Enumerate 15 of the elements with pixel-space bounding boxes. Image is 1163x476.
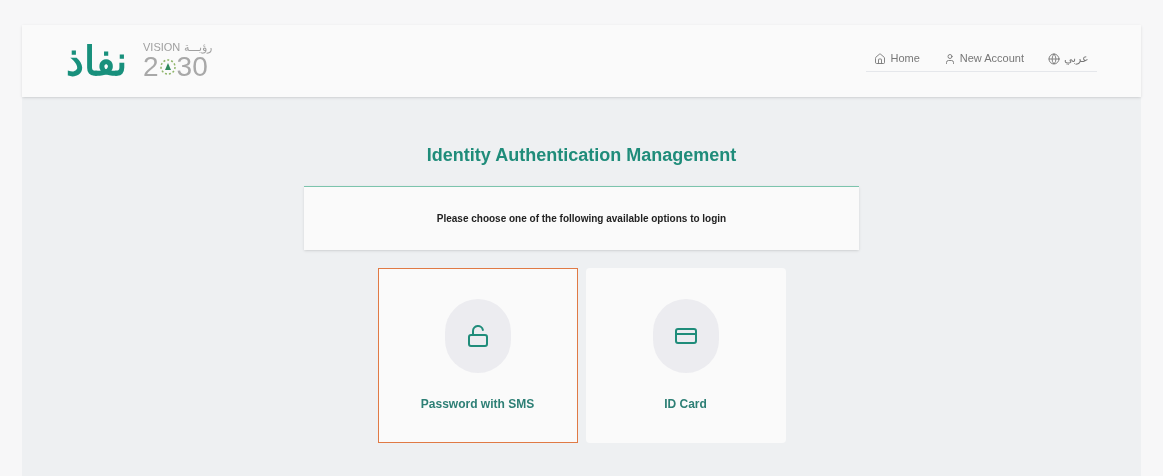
page-title: Identity Authentication Management (426, 144, 737, 167)
user-icon (943, 52, 956, 65)
globe-icon (1048, 52, 1060, 65)
vision-arabic: رؤيـــة (184, 41, 213, 53)
padlock-icon (465, 323, 490, 348)
login-option-card[interactable]: Password with SMS (377, 268, 578, 443)
nav-link[interactable]: New Account (943, 50, 1024, 67)
nav-link[interactable]: Home (874, 50, 920, 67)
home-icon (874, 52, 887, 65)
nav-link[interactable]: عربي (1048, 50, 1089, 67)
vision-label: VISION (143, 41, 181, 53)
year-digit: 2 (143, 52, 159, 81)
login-option-card[interactable]: ID Card (585, 268, 786, 443)
logo: نفاذ (66, 41, 127, 81)
instruction-text: Please choose one of the following available options to login (436, 212, 727, 226)
